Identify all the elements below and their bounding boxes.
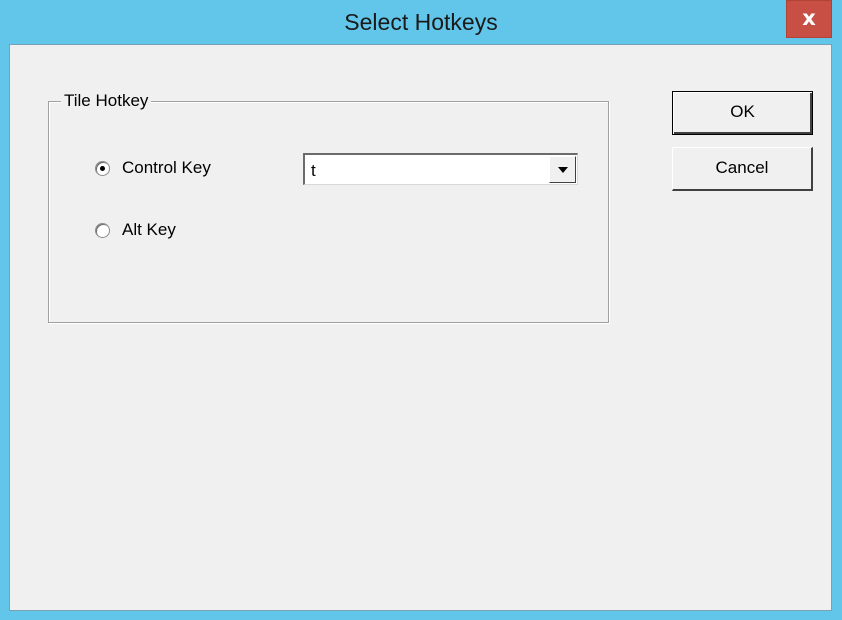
close-button[interactable]: x [786,0,832,38]
control-key-radio[interactable] [95,160,110,176]
tile-hotkey-group [48,101,609,323]
control-key-option[interactable]: Control Key [95,158,211,178]
ok-button[interactable]: OK [672,91,813,135]
window-title: Select Hotkeys [344,9,498,35]
group-label: Tile Hotkey [61,92,152,110]
hotkey-key-value: t [311,161,316,180]
alt-key-option[interactable]: Alt Key [95,220,176,240]
dialog-client-area: Tile Hotkey Control Key Alt Key t OK Can… [9,44,832,611]
alt-key-radio[interactable] [95,222,110,238]
close-icon: x [802,6,816,30]
chevron-down-icon [558,167,568,173]
dialog-window: Select Hotkeys x Tile Hotkey Control Key… [0,0,842,620]
alt-key-label: Alt Key [122,220,176,239]
hotkey-key-select[interactable]: t [303,153,578,185]
cancel-button[interactable]: Cancel [672,147,813,191]
control-key-label: Control Key [122,158,211,177]
dropdown-arrow-button[interactable] [549,156,576,183]
title-bar[interactable]: Select Hotkeys x [0,0,842,44]
